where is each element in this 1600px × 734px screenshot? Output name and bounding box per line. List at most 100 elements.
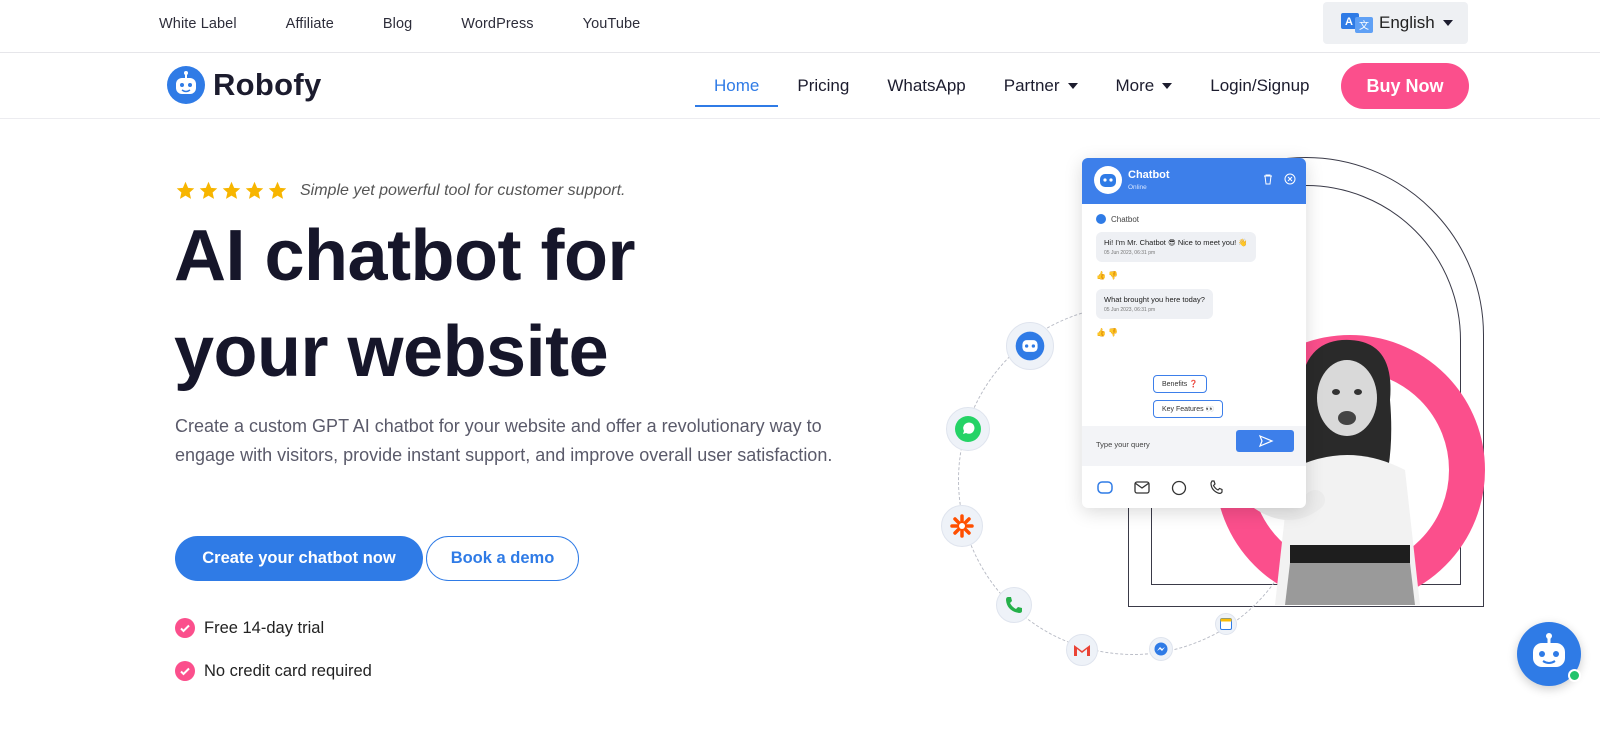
nav-item-pricing[interactable]: Pricing <box>778 53 868 119</box>
hero-headline: AI chatbot for your website <box>174 208 874 400</box>
chat-status: Online <box>1128 184 1147 191</box>
nav-item-login[interactable]: Login/Signup <box>1191 53 1328 119</box>
bubble-calendar <box>1215 613 1237 635</box>
svg-text:A: A <box>1345 16 1353 28</box>
bubble-chatbot <box>1006 322 1054 370</box>
chat-message: What brought you here today? 05 Jun 2023… <box>1096 289 1213 319</box>
whatsapp-icon[interactable] <box>1166 478 1192 498</box>
bubble-whatsapp <box>946 407 990 451</box>
nav-item-more[interactable]: More <box>1097 53 1192 119</box>
chat-input-placeholder: Type your query <box>1096 440 1150 449</box>
bubble-phone <box>996 587 1032 623</box>
bubble-zapier <box>941 505 983 547</box>
chevron-down-icon <box>1442 20 1453 26</box>
chat-widget-preview: Chatbot Online Chatbot Hi! I'm Mr. Chatb… <box>1082 158 1306 508</box>
star-icon <box>268 181 287 199</box>
robot-logo-icon <box>167 66 205 104</box>
nav-item-whatsapp[interactable]: WhatsApp <box>868 53 984 119</box>
check-icon <box>175 618 195 638</box>
message-text: Hi! I'm Mr. Chatbot 😎 Nice to meet you! … <box>1104 238 1248 247</box>
whatsapp-icon <box>955 416 981 442</box>
feature-item: Free 14-day trial <box>175 618 324 638</box>
phone-icon <box>1006 597 1022 613</box>
zapier-icon <box>950 514 974 538</box>
feature-label: Free 14-day trial <box>204 618 325 637</box>
check-icon <box>175 661 195 681</box>
create-chatbot-button[interactable]: Create your chatbot now <box>175 536 423 581</box>
link-affiliate[interactable]: Affiliate <box>286 16 334 32</box>
robot-icon <box>1096 214 1106 224</box>
rating-row: Simple yet powerful tool for customer su… <box>175 180 625 201</box>
chevron-down-icon <box>1162 83 1173 89</box>
top-utility-bar: White Label Affiliate Blog WordPress You… <box>0 0 1600 53</box>
thumbs-down-icon[interactable]: 👎 <box>1108 328 1118 337</box>
sender-label: Chatbot <box>1111 214 1140 224</box>
book-demo-button[interactable]: Book a demo <box>426 536 579 581</box>
bubble-gmail <box>1066 634 1098 666</box>
chat-message: Hi! I'm Mr. Chatbot 😎 Nice to meet you! … <box>1096 232 1256 262</box>
hero-tagline: Simple yet powerful tool for customer su… <box>300 181 626 199</box>
link-wordpress[interactable]: WordPress <box>461 16 533 32</box>
nav-item-label: Partner <box>1003 76 1060 95</box>
chat-icon[interactable] <box>1092 478 1118 498</box>
feature-item: No credit card required <box>175 661 372 681</box>
send-button[interactable] <box>1236 430 1294 452</box>
robot-icon <box>1100 174 1116 187</box>
chat-header-actions <box>1262 173 1296 185</box>
star-icon <box>245 181 264 199</box>
main-navbar: Robofy Home Pricing WhatsApp Partner Mor… <box>0 53 1600 119</box>
messenger-icon <box>1154 642 1168 656</box>
language-label: English <box>1379 13 1435 32</box>
calendar-icon <box>1220 618 1232 630</box>
hero-description: Create a custom GPT AI chatbot for your … <box>175 416 833 465</box>
nav-item-partner[interactable]: Partner <box>985 53 1097 119</box>
nav-item-label: Login/Signup <box>1210 76 1310 95</box>
star-icon <box>199 181 218 199</box>
link-youtube[interactable]: YouTube <box>583 16 641 32</box>
brand-logo-link[interactable]: Robofy <box>167 66 322 104</box>
feedback-icons[interactable]: 👍 👎 <box>1096 271 1118 280</box>
headline-line-2: your website <box>174 312 609 392</box>
gmail-icon <box>1074 645 1090 656</box>
star-icon <box>176 181 195 199</box>
quick-reply-benefits[interactable]: Benefits ❓ <box>1153 375 1207 393</box>
robot-icon <box>1015 331 1045 361</box>
chat-channel-bar <box>1082 468 1306 508</box>
feedback-icons[interactable]: 👍 👎 <box>1096 328 1118 337</box>
svg-text:文: 文 <box>1359 19 1369 32</box>
nav-item-home[interactable]: Home <box>695 53 779 119</box>
nav-item-label: WhatsApp <box>887 76 966 95</box>
message-time: 05 Jun 2023, 06:31 pm <box>1104 250 1156 256</box>
feature-label: No credit card required <box>204 661 372 680</box>
quick-reply-features[interactable]: Key Features 👀 <box>1153 400 1224 418</box>
close-icon[interactable] <box>1284 173 1296 185</box>
chat-title: Chatbot <box>1128 169 1170 181</box>
nav-item-label: More <box>1115 76 1155 95</box>
chevron-down-icon <box>1067 83 1078 89</box>
chat-launcher-button[interactable] <box>1517 622 1581 686</box>
bubble-messenger <box>1149 637 1173 661</box>
online-indicator <box>1568 669 1581 682</box>
chat-header: Chatbot Online <box>1082 158 1306 204</box>
message-time: 05 Jun 2023, 06:31 pm <box>1104 307 1156 313</box>
language-selector[interactable]: A 文 English <box>1323 2 1468 44</box>
headline-line-1: AI chatbot for <box>174 216 635 296</box>
chat-avatar <box>1094 166 1122 194</box>
message-text: What brought you here today? <box>1104 295 1205 304</box>
nav-item-label: Pricing <box>797 76 850 95</box>
nav-menu: Home Pricing WhatsApp Partner More Login… <box>695 53 1329 119</box>
chat-sender: Chatbot <box>1096 214 1139 224</box>
star-icon <box>222 181 241 199</box>
brand-name: Robofy <box>213 67 322 102</box>
utility-links: White Label Affiliate Blog WordPress You… <box>159 0 689 47</box>
thumbs-down-icon[interactable]: 👎 <box>1108 271 1118 280</box>
trash-icon[interactable] <box>1262 173 1274 185</box>
send-icon <box>1258 434 1274 448</box>
link-blog[interactable]: Blog <box>383 16 412 32</box>
phone-icon[interactable] <box>1203 478 1229 498</box>
nav-item-label: Home <box>714 76 760 95</box>
translate-icon: A 文 <box>1341 13 1373 33</box>
link-white-label[interactable]: White Label <box>159 16 237 32</box>
email-icon[interactable] <box>1129 478 1155 498</box>
buy-now-button[interactable]: Buy Now <box>1341 63 1469 109</box>
